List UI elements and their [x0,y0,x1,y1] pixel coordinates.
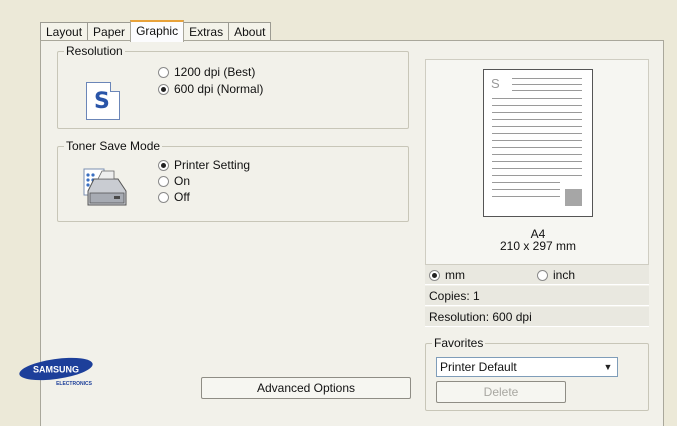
samsung-logo: SAMSUNG ELECTRONICS [19,357,93,386]
favorites-group-title: Favorites [432,336,486,350]
favorites-selected-value: Printer Default [440,360,517,374]
radio-mm-label: mm [445,268,465,282]
resolution-document-icon: S [86,82,120,120]
paper-preview-image-block [565,189,582,206]
toner-save-group-title: Toner Save Mode [64,139,163,153]
radio-button-selected[interactable] [158,84,169,95]
resolution-info-row: Resolution: 600 dpi [425,307,649,327]
radio-button[interactable] [537,270,548,281]
radio-600-dpi[interactable]: 600 dpi (Normal) [158,83,263,96]
tab-paper[interactable]: Paper [87,22,132,41]
page-preview-panel: S A4 210 x 297 mm [425,59,649,265]
radio-off-label: Off [174,190,190,204]
toner-save-group: Toner Save Mode Printer Setting On Off [57,139,409,222]
radio-inch-label: inch [553,268,576,282]
radio-button[interactable] [158,176,169,187]
tab-strip: Layout Paper Graphic Extras About [40,20,272,42]
advanced-options-button[interactable]: Advanced Options [201,377,411,399]
radio-button-selected[interactable] [429,270,440,281]
dropdown-arrow-icon[interactable]: ▼ [601,360,615,374]
paper-dimensions-label: 210 x 297 mm [499,239,577,253]
paper-preview-letter: S [491,76,500,91]
svg-text:SAMSUNG: SAMSUNG [33,365,79,375]
delete-favorite-button[interactable]: Delete [436,381,566,403]
graphic-tab-page: Resolution S 1200 dpi (Best) 600 dpi (No… [40,40,664,426]
radio-printer-setting[interactable]: Printer Setting [158,159,250,172]
radio-inch[interactable]: inch [537,269,575,282]
tab-layout[interactable]: Layout [40,22,89,41]
radio-off[interactable]: Off [158,191,190,204]
radio-1200-dpi[interactable]: 1200 dpi (Best) [158,66,255,79]
radio-on[interactable]: On [158,175,190,188]
radio-button[interactable] [158,192,169,203]
radio-1200-dpi-label: 1200 dpi (Best) [174,65,256,79]
svg-text:ELECTRONICS: ELECTRONICS [56,381,93,386]
paper-preview: S [483,69,593,217]
tab-graphic[interactable]: Graphic [130,20,185,42]
copies-row: Copies: 1 [425,286,649,306]
tab-extras[interactable]: Extras [183,22,230,41]
printer-icon [83,168,127,206]
resolution-group: Resolution S 1200 dpi (Best) 600 dpi (No… [57,44,409,129]
radio-button[interactable] [158,67,169,78]
radio-printer-setting-label: Printer Setting [174,158,251,172]
radio-mm[interactable]: mm [429,269,465,282]
favorites-select[interactable]: Printer Default ▼ [436,357,618,377]
tab-about[interactable]: About [228,22,272,41]
units-row: mm inch [425,265,649,285]
radio-600-dpi-label: 600 dpi (Normal) [174,82,264,96]
resolution-group-title: Resolution [64,44,125,58]
radio-on-label: On [174,174,191,188]
radio-button-selected[interactable] [158,160,169,171]
printer-properties-dialog: Layout Paper Graphic Extras About Resolu… [0,0,677,426]
